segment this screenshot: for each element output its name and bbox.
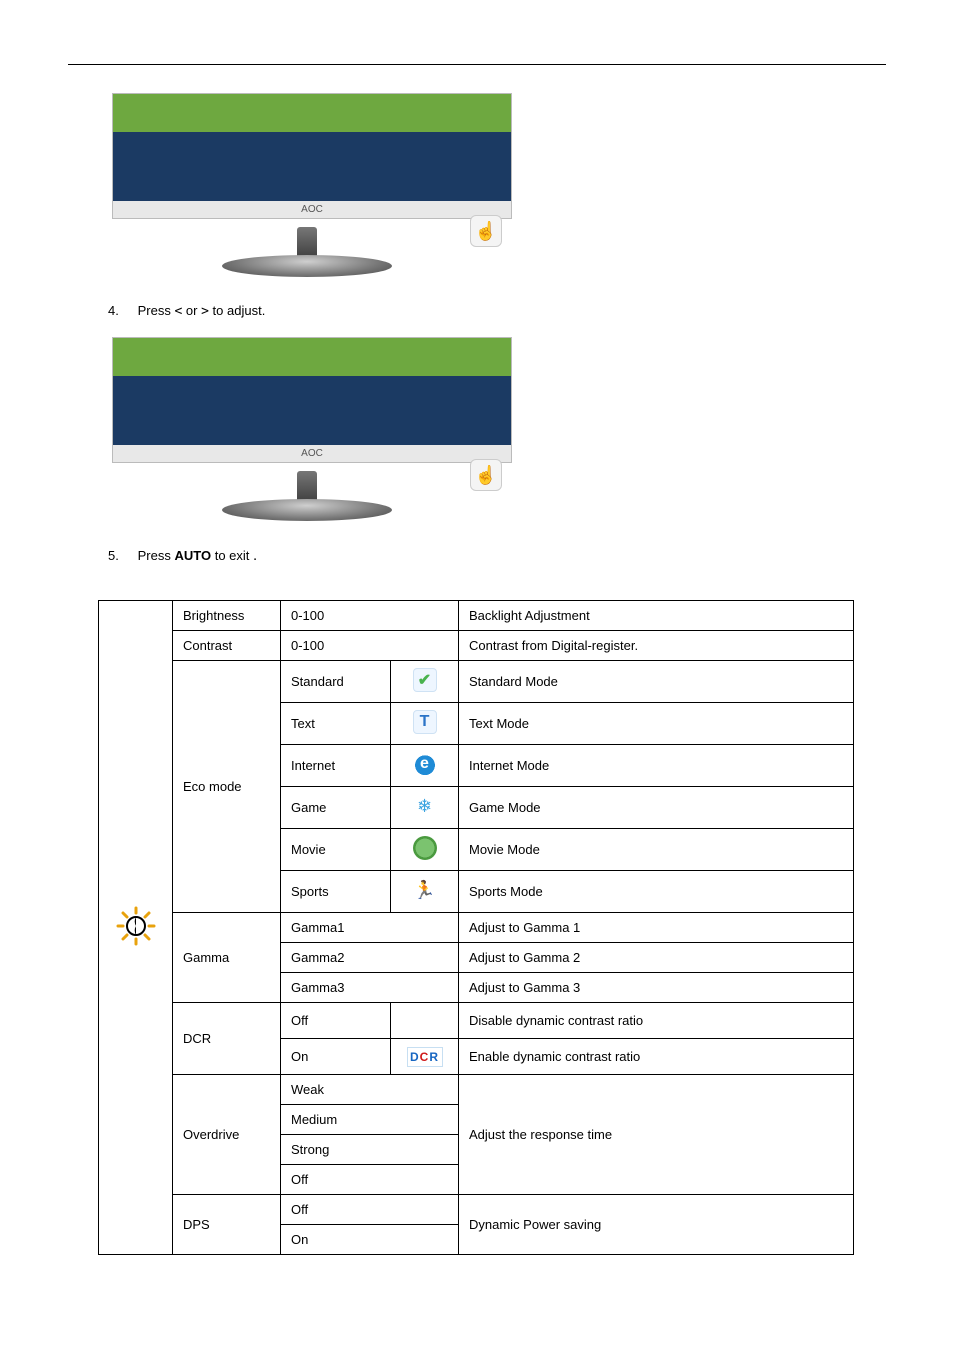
lt-symbol: < (174, 304, 182, 319)
hand-cursor-icon: ☝ (470, 215, 502, 247)
step-5-text-a: Press (138, 548, 175, 563)
overdrive-option: Off (281, 1165, 459, 1195)
mode-icon-cell (391, 745, 459, 787)
text-mode-icon (413, 710, 437, 734)
gamma-desc: Adjust to Gamma 1 (459, 913, 854, 943)
monitor-stand (222, 227, 392, 283)
dps-desc: Dynamic Power saving (459, 1195, 854, 1255)
gamma-option: Gamma1 (281, 913, 459, 943)
monitor-screen-image (112, 93, 512, 203)
mode-icon-cell (391, 787, 459, 829)
dcr-icon-cell: DCR (391, 1039, 459, 1075)
setting-name: Gamma (173, 913, 281, 1003)
overdrive-option: Medium (281, 1105, 459, 1135)
step-4-text-b: or (186, 303, 201, 318)
dps-option: Off (281, 1195, 459, 1225)
movie-mode-icon (413, 836, 437, 860)
dcr-icon-cell (391, 1003, 459, 1039)
mode-icon-cell (391, 661, 459, 703)
hand-cursor-icon: ☝ (470, 459, 502, 491)
step-4-text-c: to adjust. (213, 303, 266, 318)
osd-bar-label: AOC (112, 201, 512, 219)
mode-option: Text (281, 703, 391, 745)
mode-desc: Game Mode (459, 787, 854, 829)
dcr-option: Off (281, 1003, 391, 1039)
setting-desc: Backlight Adjustment (459, 601, 854, 631)
luminance-icon-cell (99, 601, 173, 1255)
step-4-text-a: Press (138, 303, 175, 318)
table-row: DPS Off Dynamic Power saving (99, 1195, 854, 1225)
step-5: 5. Press AUTO to exit . (108, 547, 886, 564)
mode-icon-cell (391, 871, 459, 913)
mode-icon-cell (391, 829, 459, 871)
step-5-dot: . (253, 547, 257, 564)
mode-option: Internet (281, 745, 391, 787)
setting-name: Contrast (173, 631, 281, 661)
mode-desc: Movie Mode (459, 829, 854, 871)
mode-icon-cell (391, 703, 459, 745)
step-5-text-b: to exit (215, 548, 250, 563)
setting-name: Eco mode (173, 661, 281, 913)
osd-bar-label: AOC (112, 445, 512, 463)
step-4-number: 4. (108, 303, 134, 318)
osd-screenshot-2: AOC ☝ (112, 337, 512, 527)
step-5-number: 5. (108, 548, 134, 563)
dcr-option: On (281, 1039, 391, 1075)
table-row: Gamma Gamma1 Adjust to Gamma 1 (99, 913, 854, 943)
mode-desc: Sports Mode (459, 871, 854, 913)
dcr-desc: Disable dynamic contrast ratio (459, 1003, 854, 1039)
osd-screenshot-1: AOC ☝ (112, 93, 512, 283)
luminance-settings-table: Brightness 0-100 Backlight Adjustment Co… (98, 600, 854, 1255)
mode-desc: Internet Mode (459, 745, 854, 787)
setting-desc: Contrast from Digital-register. (459, 631, 854, 661)
mode-option: Game (281, 787, 391, 829)
internet-mode-icon (413, 752, 437, 776)
setting-range: 0-100 (281, 601, 459, 631)
dcr-icon: DCR (407, 1047, 443, 1067)
mode-desc: Standard Mode (459, 661, 854, 703)
gamma-option: Gamma3 (281, 973, 459, 1003)
gamma-desc: Adjust to Gamma 2 (459, 943, 854, 973)
step-4: 4. Press < or > to adjust. (108, 303, 886, 319)
standard-mode-icon (413, 668, 437, 692)
overdrive-option: Weak (281, 1075, 459, 1105)
setting-range: 0-100 (281, 631, 459, 661)
setting-name: Overdrive (173, 1075, 281, 1195)
setting-name: DCR (173, 1003, 281, 1075)
mode-desc: Text Mode (459, 703, 854, 745)
mode-option: Sports (281, 871, 391, 913)
monitor-stand (222, 471, 392, 527)
gamma-desc: Adjust to Gamma 3 (459, 973, 854, 1003)
table-row: Eco mode Standard Standard Mode (99, 661, 854, 703)
setting-name: Brightness (173, 601, 281, 631)
table-row: Overdrive Weak Adjust the response time (99, 1075, 854, 1105)
table-row: DCR Off Disable dynamic contrast ratio (99, 1003, 854, 1039)
overdrive-option: Strong (281, 1135, 459, 1165)
gamma-option: Gamma2 (281, 943, 459, 973)
overdrive-desc: Adjust the response time (459, 1075, 854, 1195)
gt-symbol: > (201, 304, 209, 319)
table-row: Contrast 0-100 Contrast from Digital-reg… (99, 631, 854, 661)
dcr-desc: Enable dynamic contrast ratio (459, 1039, 854, 1075)
brightness-sun-icon (116, 906, 156, 946)
mode-option: Standard (281, 661, 391, 703)
top-rule (68, 64, 886, 65)
sports-mode-icon (413, 878, 437, 902)
monitor-screen-image (112, 337, 512, 447)
table-row: Brightness 0-100 Backlight Adjustment (99, 601, 854, 631)
step-5-auto: AUTO (174, 548, 211, 563)
mode-option: Movie (281, 829, 391, 871)
game-mode-icon (413, 794, 437, 818)
dps-option: On (281, 1225, 459, 1255)
setting-name: DPS (173, 1195, 281, 1255)
